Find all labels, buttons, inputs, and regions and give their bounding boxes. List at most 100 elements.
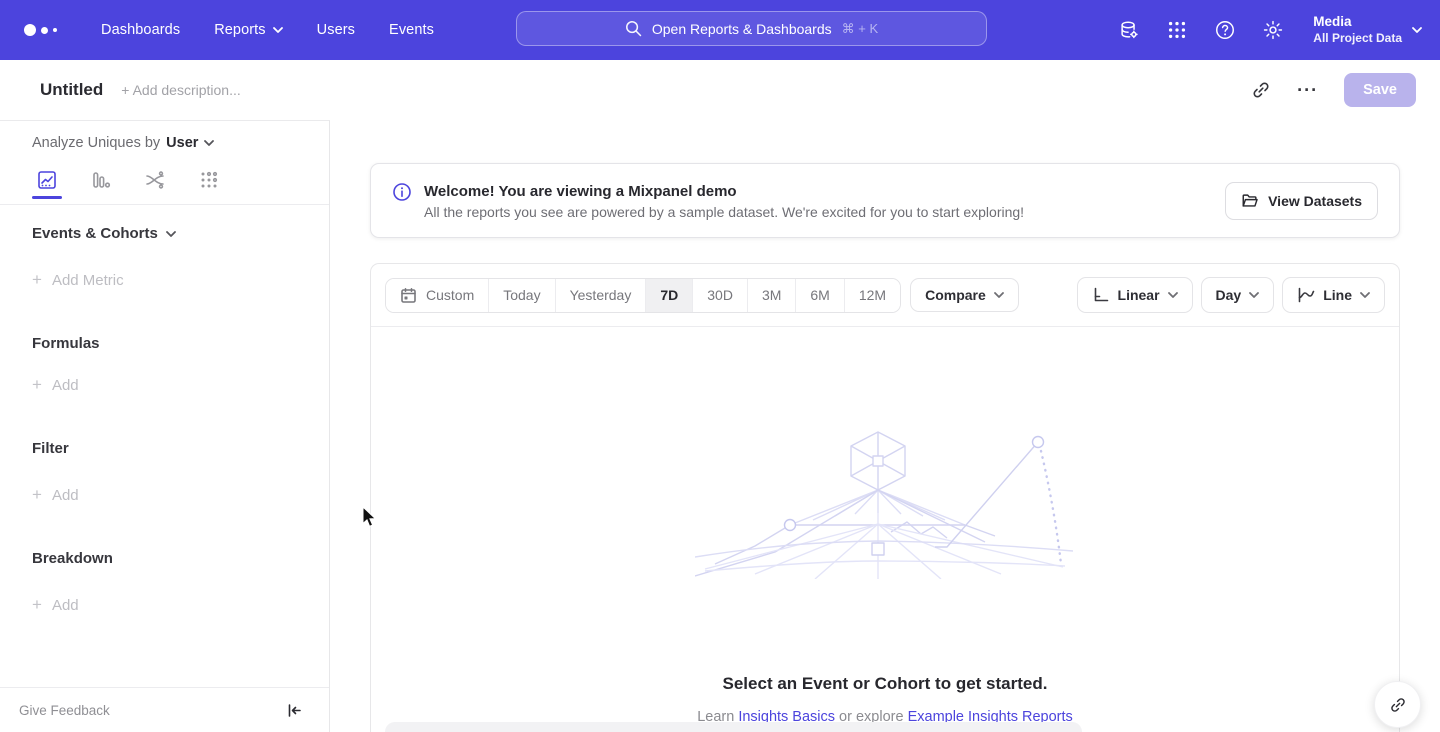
query-builder-sidebar: Analyze Uniques by User [0, 120, 330, 732]
settings-gear-icon[interactable] [1261, 18, 1285, 42]
empty-state: Select an Event or Cohort to get started… [371, 324, 1399, 732]
calendar-icon [400, 287, 417, 304]
chart-controls: Custom Today Yesterday 7D 30D 3M 6M 12M … [371, 264, 1399, 327]
banner-title: Welcome! You are viewing a Mixpanel demo [424, 181, 1024, 203]
chart-type-label: Line [1323, 287, 1352, 303]
info-icon [392, 182, 412, 202]
project-selector[interactable]: Media All Project Data [1313, 13, 1422, 46]
granularity-label: Day [1216, 287, 1242, 303]
collapse-sidebar-icon[interactable] [286, 702, 303, 719]
add-formula-button[interactable]: + Add [32, 375, 329, 395]
chevron-down-icon [1168, 292, 1178, 298]
nav-dashboards[interactable]: Dashboards [101, 22, 180, 38]
filter-section-header: Filter [32, 440, 329, 457]
save-button[interactable]: Save [1344, 73, 1416, 107]
search-shortcut: ⌘ + K [842, 21, 879, 37]
analyze-label: Analyze Uniques by [32, 135, 160, 151]
chevron-down-icon [204, 140, 214, 146]
add-metric-label: Add Metric [52, 272, 124, 289]
visualization-tabs [0, 163, 329, 205]
empty-state-title: Select an Event or Cohort to get started… [371, 674, 1399, 694]
breakdown-section-header: Breakdown [32, 550, 329, 567]
nav-reports-label: Reports [214, 22, 265, 38]
nav-reports[interactable]: Reports [214, 22, 282, 38]
nav-users-label: Users [317, 22, 355, 38]
add-breakdown-label: Add [52, 597, 79, 614]
banner-body: All the reports you see are powered by a… [424, 204, 1024, 220]
scale-dropdown[interactable]: Linear [1077, 277, 1193, 313]
events-cohorts-section-header[interactable]: Events & Cohorts [32, 225, 329, 242]
range-today[interactable]: Today [489, 279, 555, 312]
add-breakdown-button[interactable]: + Add [32, 595, 329, 615]
plus-icon: + [32, 375, 42, 395]
mixpanel-logo-icon[interactable] [24, 24, 57, 36]
plus-icon: + [32, 270, 42, 290]
search-placeholder: Open Reports & Dashboards [652, 21, 832, 37]
plus-icon: + [32, 595, 42, 615]
range-custom[interactable]: Custom [386, 279, 489, 312]
analyze-by-dropdown[interactable]: User [166, 135, 214, 151]
bottom-panel-edge[interactable] [385, 722, 1082, 732]
help-icon[interactable] [1213, 18, 1237, 42]
more-options-icon[interactable]: ··· [1297, 85, 1318, 95]
apps-grid-icon[interactable] [1165, 18, 1189, 42]
chevron-down-icon [166, 231, 176, 237]
date-range-segmented-control: Custom Today Yesterday 7D 30D 3M 6M 12M [385, 278, 901, 313]
chevron-down-icon [1360, 292, 1370, 298]
tab-flows-chart[interactable] [140, 169, 170, 199]
chevron-down-icon [994, 292, 1004, 298]
nav-events[interactable]: Events [389, 22, 434, 38]
copy-link-icon[interactable] [1251, 80, 1271, 100]
formulas-title: Formulas [32, 335, 100, 352]
add-filter-label: Add [52, 487, 79, 504]
sidebar-footer: Give Feedback [0, 687, 329, 732]
view-datasets-button[interactable]: View Datasets [1225, 182, 1378, 220]
granularity-dropdown[interactable]: Day [1201, 277, 1275, 313]
project-scope: All Project Data [1313, 31, 1402, 47]
flows-icon [144, 169, 166, 191]
empty-state-illustration [695, 424, 1075, 579]
filter-title: Filter [32, 440, 69, 457]
search-icon [625, 20, 642, 37]
global-search-input[interactable]: Open Reports & Dashboards ⌘ + K [516, 11, 987, 46]
range-yesterday[interactable]: Yesterday [556, 279, 647, 312]
report-header: Untitled + Add description... ··· Save [0, 60, 1440, 120]
formulas-section-header: Formulas [32, 335, 329, 352]
nav-events-label: Events [389, 22, 434, 38]
breakdown-title: Breakdown [32, 550, 113, 567]
add-metric-button[interactable]: + Add Metric [32, 270, 329, 290]
add-filter-button[interactable]: + Add [32, 485, 329, 505]
range-30d[interactable]: 30D [693, 279, 748, 312]
give-feedback-link[interactable]: Give Feedback [19, 703, 110, 718]
folder-icon [1241, 192, 1259, 210]
compare-label: Compare [925, 287, 986, 303]
range-6m[interactable]: 6M [796, 279, 844, 312]
range-12m[interactable]: 12M [845, 279, 900, 312]
range-custom-label: Custom [426, 287, 474, 303]
compare-dropdown[interactable]: Compare [910, 278, 1019, 312]
plus-icon: + [32, 485, 42, 505]
tab-insights-chart[interactable] [32, 169, 62, 199]
add-description-field[interactable]: + Add description... [121, 82, 240, 98]
chevron-down-icon [1412, 27, 1422, 33]
tab-bar-chart[interactable] [86, 169, 116, 199]
view-datasets-label: View Datasets [1268, 193, 1362, 209]
range-3m[interactable]: 3M [748, 279, 796, 312]
add-formula-label: Add [52, 377, 79, 394]
report-canvas: Custom Today Yesterday 7D 30D 3M 6M 12M … [370, 263, 1400, 732]
tab-retention-grid[interactable] [194, 169, 224, 199]
linear-axis-icon [1092, 286, 1110, 304]
chevron-down-icon [273, 27, 283, 33]
project-name: Media [1313, 13, 1402, 31]
line-chart-icon [36, 169, 58, 191]
share-link-fab[interactable] [1374, 681, 1421, 728]
range-7d[interactable]: 7D [646, 279, 693, 312]
nav-users[interactable]: Users [317, 22, 355, 38]
report-title[interactable]: Untitled [40, 80, 103, 100]
chevron-down-icon [1249, 292, 1259, 298]
chart-type-dropdown[interactable]: Line [1282, 277, 1385, 313]
data-management-icon[interactable] [1117, 18, 1141, 42]
top-nav-right: Media All Project Data [1117, 0, 1422, 60]
welcome-banner: Welcome! You are viewing a Mixpanel demo… [370, 163, 1400, 238]
analyze-value: User [166, 135, 198, 151]
